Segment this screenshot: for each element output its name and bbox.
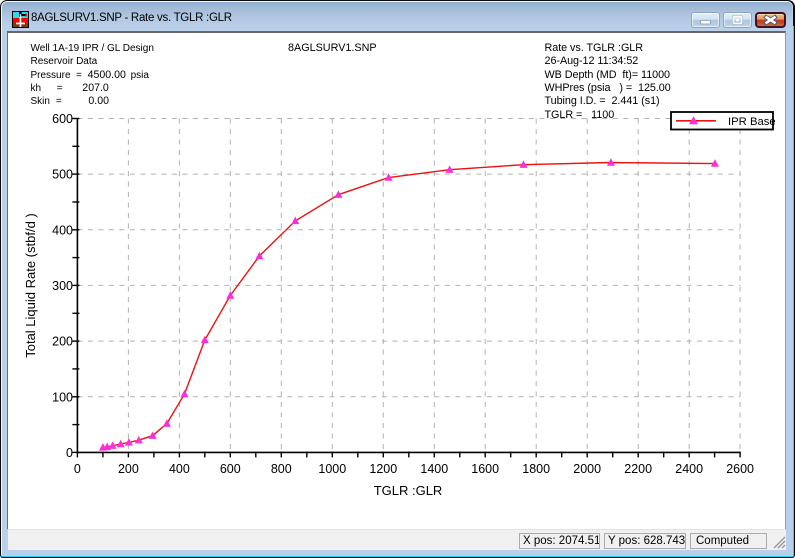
svg-text:100: 100 [52, 390, 73, 404]
svg-text:1600: 1600 [471, 462, 499, 476]
svg-text:2200: 2200 [624, 462, 652, 476]
svg-text:1000: 1000 [318, 462, 346, 476]
svg-text:600: 600 [52, 112, 73, 126]
svg-text:0: 0 [74, 462, 81, 476]
svg-text:2000: 2000 [573, 462, 601, 476]
svg-text:TGLR :GLR: TGLR :GLR [374, 483, 443, 498]
svg-text:500: 500 [52, 168, 73, 182]
svg-text:600: 600 [220, 462, 241, 476]
svg-text:1400: 1400 [420, 462, 448, 476]
svg-text:400: 400 [52, 223, 73, 237]
svg-text:1800: 1800 [522, 462, 550, 476]
svg-text:200: 200 [118, 462, 139, 476]
svg-text:Total Liquid Rate (stbf/d ): Total Liquid Rate (stbf/d ) [23, 213, 38, 358]
svg-text:0: 0 [66, 446, 73, 460]
svg-text:200: 200 [52, 335, 73, 349]
svg-text:IPR Base: IPR Base [728, 116, 776, 128]
svg-text:2600: 2600 [726, 462, 754, 476]
svg-text:400: 400 [169, 462, 190, 476]
svg-text:2400: 2400 [675, 462, 703, 476]
svg-text:800: 800 [271, 462, 292, 476]
svg-text:1200: 1200 [369, 462, 397, 476]
svg-text:300: 300 [52, 279, 73, 293]
